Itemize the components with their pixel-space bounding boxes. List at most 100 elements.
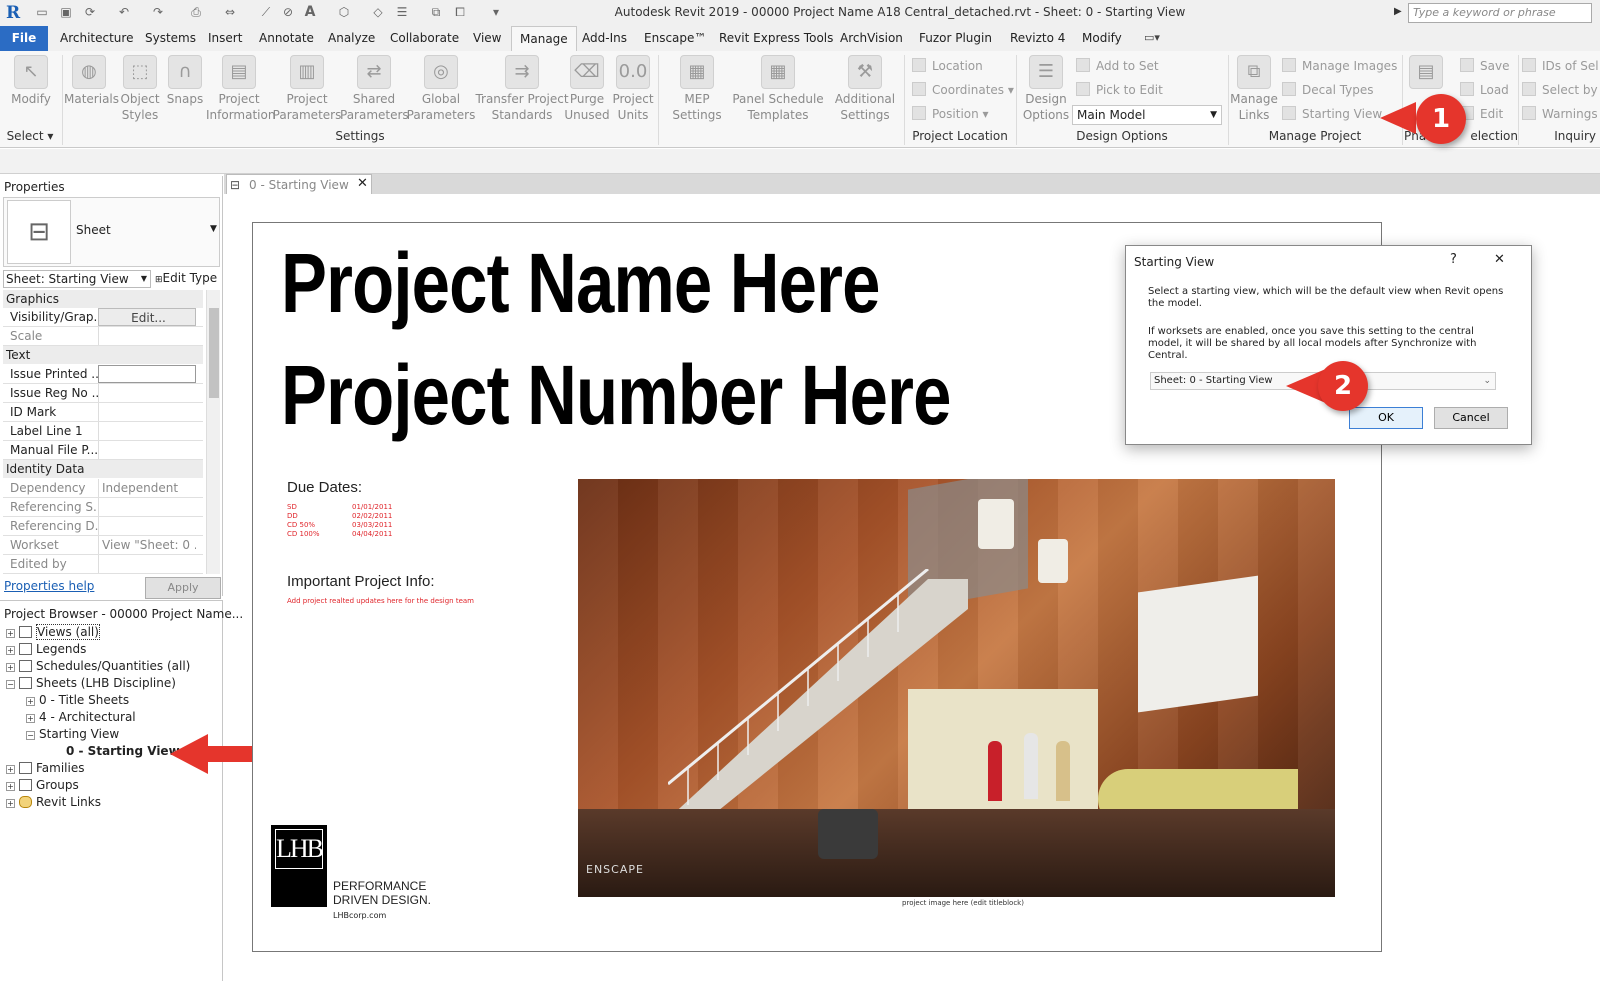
warnings-button[interactable]: Warnings bbox=[1522, 105, 1598, 123]
tree-item-title-sheets[interactable]: +0 - Title Sheets bbox=[26, 692, 129, 709]
tree-item-views[interactable]: + Views (all) bbox=[6, 624, 100, 641]
global-parameters-button[interactable]: ◎ Global Parameters bbox=[406, 55, 476, 123]
tab-architecture[interactable]: Architecture bbox=[52, 26, 141, 51]
search-input[interactable]: Type a keyword or phrase bbox=[1408, 3, 1592, 23]
location-button[interactable]: Location bbox=[912, 57, 983, 75]
customize-qat-icon[interactable]: ▾ bbox=[488, 4, 504, 20]
decal-types-button[interactable]: Decal Types bbox=[1282, 81, 1374, 99]
starting-view-button[interactable]: Starting View bbox=[1282, 105, 1382, 123]
expand-icon[interactable]: + bbox=[6, 799, 15, 808]
measure-icon[interactable]: ⇔ bbox=[222, 4, 238, 20]
panel-schedule-templates-button[interactable]: ▦ Panel Schedule Templates bbox=[732, 55, 824, 123]
snaps-button[interactable]: ∩ Snaps bbox=[164, 55, 206, 107]
ribbon-minimize-icon[interactable]: ▭▾ bbox=[1144, 31, 1160, 44]
tree-item-starting-view-sheet[interactable]: 0 - Starting View bbox=[66, 743, 180, 760]
expand-icon[interactable]: + bbox=[6, 663, 15, 672]
tree-item-legends[interactable]: + Legends bbox=[6, 641, 86, 658]
project-parameters-button[interactable]: ▥ Project Parameters bbox=[272, 55, 342, 123]
collapse-icon[interactable]: − bbox=[26, 731, 35, 740]
add-to-set-button[interactable]: Add to Set bbox=[1076, 57, 1159, 75]
tag-icon[interactable]: ⊘ bbox=[280, 4, 296, 20]
manage-images-button[interactable]: Manage Images bbox=[1282, 57, 1397, 75]
save-icon[interactable]: ▣ bbox=[58, 4, 74, 20]
view-tab-starting-view[interactable]: ⊟ 0 - Starting View ✕ bbox=[226, 174, 372, 194]
materials-button[interactable]: ◍ Materials bbox=[64, 55, 119, 107]
tree-item-sheets[interactable]: − Sheets (LHB Discipline) bbox=[6, 675, 176, 692]
tree-item-architectural[interactable]: +4 - Architectural bbox=[26, 709, 136, 726]
prop-row[interactable]: Visibility/Grap... Edit... bbox=[3, 308, 203, 327]
tab-collaborate[interactable]: Collaborate bbox=[382, 26, 467, 51]
expand-icon[interactable]: + bbox=[6, 765, 15, 774]
tab-systems[interactable]: Systems bbox=[137, 26, 204, 51]
close-icon[interactable]: ✕ bbox=[357, 175, 368, 193]
sync-icon[interactable]: ⟳ bbox=[82, 4, 98, 20]
scrollbar-thumb[interactable] bbox=[209, 308, 219, 398]
tab-insert[interactable]: Insert bbox=[200, 26, 250, 51]
phases-button[interactable]: ▤ bbox=[1404, 55, 1448, 91]
prop-row[interactable]: Label Line 1 bbox=[3, 422, 203, 441]
cancel-button[interactable]: Cancel bbox=[1434, 407, 1508, 429]
apply-button[interactable]: Apply bbox=[145, 577, 221, 599]
properties-help-link[interactable]: Properties help bbox=[4, 579, 94, 593]
project-units-button[interactable]: 0.0 Project Units bbox=[610, 55, 656, 123]
group-graphics[interactable]: Graphics bbox=[3, 290, 203, 308]
revit-logo-icon[interactable]: R bbox=[6, 3, 24, 23]
project-information-button[interactable]: ▤ Project Information bbox=[206, 55, 275, 123]
expand-icon[interactable]: + bbox=[6, 646, 15, 655]
tab-annotate[interactable]: Annotate bbox=[251, 26, 322, 51]
save-selection-button[interactable]: Save bbox=[1460, 57, 1509, 75]
3d-view-icon[interactable]: ⬡ bbox=[336, 4, 352, 20]
print-icon[interactable]: ⎙ bbox=[188, 4, 204, 20]
edit-selection-button[interactable]: Edit bbox=[1460, 105, 1503, 123]
manage-links-button[interactable]: ⧉ Manage Links bbox=[1230, 55, 1278, 123]
redo-icon[interactable]: ↷ bbox=[150, 4, 166, 20]
tab-archvision[interactable]: ArchVision bbox=[832, 26, 911, 51]
type-selector[interactable]: ⊟ Sheet ▼ bbox=[3, 197, 220, 267]
section-icon[interactable]: ◇ bbox=[370, 4, 386, 20]
tab-add-ins[interactable]: Add-Ins bbox=[574, 26, 635, 51]
position-button[interactable]: Position ▾ bbox=[912, 105, 989, 123]
edit-type-button[interactable]: ⊞Edit Type bbox=[155, 271, 217, 285]
close-hidden-icon[interactable]: ⧉ bbox=[428, 4, 444, 20]
shared-parameters-button[interactable]: ⇄ Shared Parameters bbox=[340, 55, 409, 123]
help-icon[interactable]: ? bbox=[1450, 252, 1457, 267]
load-selection-button[interactable]: Load bbox=[1460, 81, 1509, 99]
expand-icon[interactable]: + bbox=[6, 629, 15, 638]
dimension-icon[interactable]: ⟋ bbox=[258, 4, 274, 20]
tree-item-families[interactable]: + Families bbox=[6, 760, 84, 777]
expand-icon[interactable]: + bbox=[6, 782, 15, 791]
collapse-icon[interactable]: − bbox=[6, 680, 15, 689]
pick-to-edit-button[interactable]: Pick to Edit bbox=[1076, 81, 1163, 99]
tree-item-revit-links[interactable]: + Revit Links bbox=[6, 794, 101, 811]
tab-modify[interactable]: Modify bbox=[1074, 26, 1130, 51]
expand-icon[interactable]: + bbox=[26, 697, 35, 706]
close-icon[interactable]: ✕ bbox=[1494, 252, 1505, 267]
mep-settings-button[interactable]: ▦ MEP Settings bbox=[664, 55, 730, 123]
tree-item-groups[interactable]: + Groups bbox=[6, 777, 79, 794]
tab-analyze[interactable]: Analyze bbox=[320, 26, 383, 51]
text-icon[interactable]: A bbox=[302, 4, 318, 20]
group-identity-data[interactable]: Identity Data bbox=[3, 460, 203, 478]
select-by-id-button[interactable]: Select by bbox=[1522, 81, 1598, 99]
modify-button[interactable]: ↖ Modify bbox=[6, 55, 56, 107]
properties-scrollbar[interactable] bbox=[206, 290, 220, 574]
open-icon[interactable]: ▭ bbox=[34, 4, 50, 20]
tab-revit-express-tools[interactable]: Revit Express Tools bbox=[711, 26, 841, 51]
prop-row[interactable]: Issue Reg No ... bbox=[3, 384, 203, 403]
tree-item-starting-view-group[interactable]: − Starting View bbox=[26, 726, 119, 743]
instance-filter-select[interactable]: Sheet: Starting View ▼ bbox=[3, 270, 151, 288]
tab-view[interactable]: View bbox=[465, 26, 509, 51]
purge-unused-button[interactable]: ⌫ Purge Unused bbox=[564, 55, 610, 123]
additional-settings-button[interactable]: ⚒ Additional Settings bbox=[830, 55, 900, 123]
select-panel-label[interactable]: Select ▾ bbox=[0, 129, 60, 147]
tab-file[interactable]: File bbox=[0, 26, 48, 51]
object-styles-button[interactable]: ⬚ Object Styles bbox=[116, 55, 164, 123]
ok-button[interactable]: OK bbox=[1349, 407, 1423, 429]
tab-manage[interactable]: Manage bbox=[511, 26, 577, 51]
thin-lines-icon[interactable]: ☰ bbox=[394, 4, 410, 20]
ids-of-selection-button[interactable]: IDs of Sel bbox=[1522, 57, 1599, 75]
prop-row[interactable]: Issue Printed ... bbox=[3, 365, 203, 384]
group-text[interactable]: Text bbox=[3, 346, 203, 364]
tab-fuzor-plugin[interactable]: Fuzor Plugin bbox=[911, 26, 1000, 51]
coordinates-button[interactable]: Coordinates ▾ bbox=[912, 81, 1014, 99]
